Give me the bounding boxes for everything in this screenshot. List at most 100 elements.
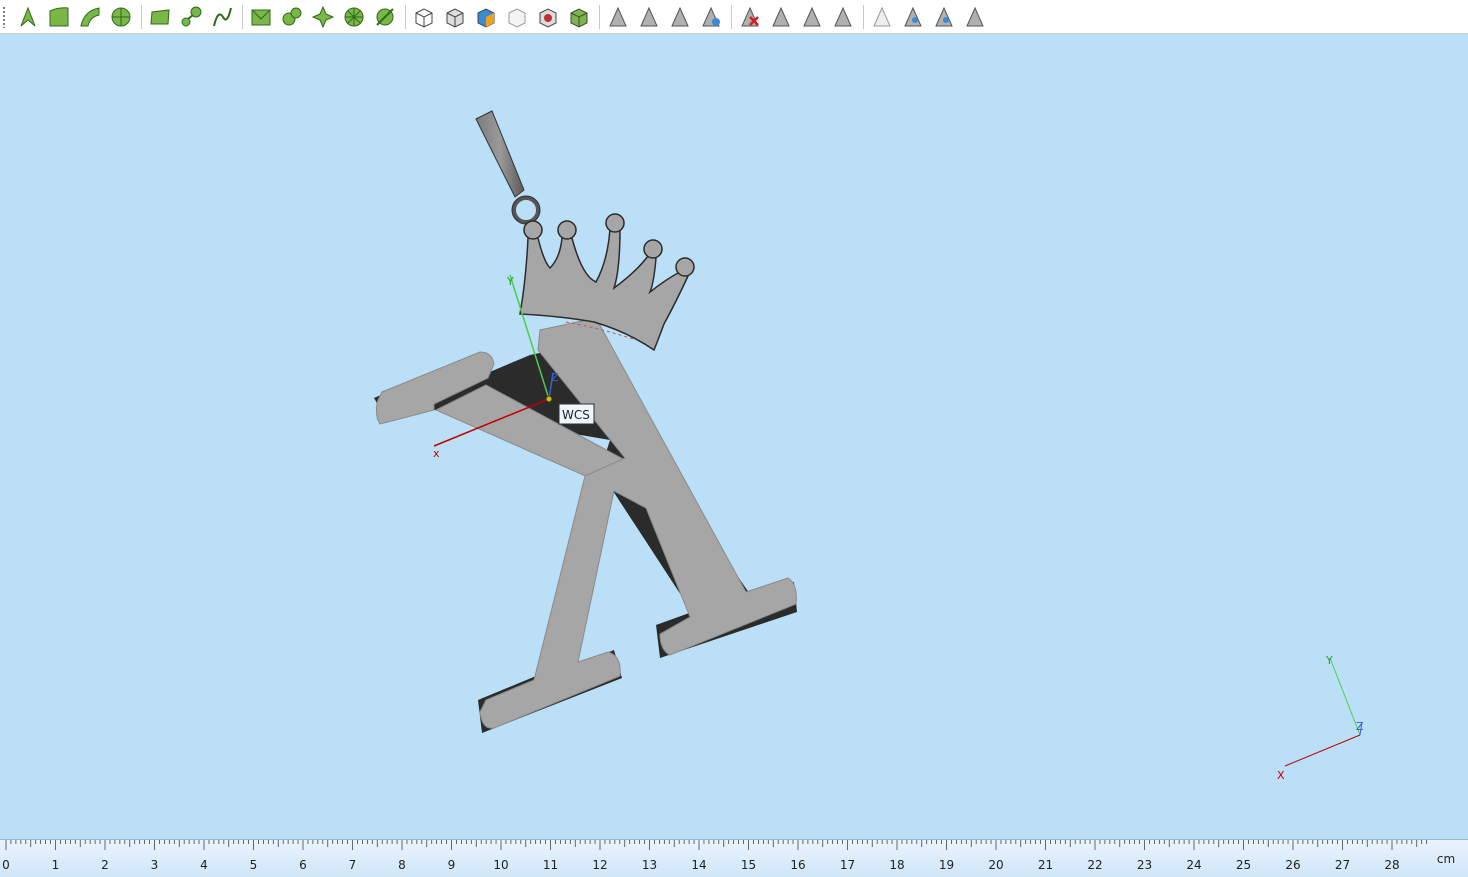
select-solid-icon bbox=[111, 7, 131, 26]
facet-copy-button[interactable] bbox=[798, 3, 826, 31]
toolbar-button-group bbox=[14, 3, 992, 31]
corner-x-axis bbox=[1284, 734, 1361, 767]
ruler-label: 5 bbox=[250, 858, 258, 872]
measurement-ruler: 0 1 2 3 4 5 6 7 8 9 10 11 12 13 14 15 16 17 18 19 20 21 22 23 24… bbox=[0, 839, 1468, 877]
wcs-label: WCS bbox=[562, 408, 590, 422]
ruler-label: 16 bbox=[790, 858, 805, 872]
facet-arrow-button[interactable] bbox=[604, 3, 632, 31]
delete-facet-button[interactable] bbox=[736, 3, 764, 31]
facet-split-icon bbox=[640, 6, 658, 26]
star-surface-icon bbox=[311, 5, 335, 28]
facet-arrow-icon bbox=[609, 6, 627, 26]
toolbar-separator bbox=[599, 4, 600, 29]
select-solid-button[interactable] bbox=[107, 3, 135, 31]
plane-surface-icon bbox=[150, 8, 170, 24]
box-shaded-button[interactable] bbox=[441, 3, 469, 31]
star-surface-button[interactable] bbox=[309, 3, 337, 31]
show-facet-icon bbox=[904, 6, 922, 26]
facet-box-button[interactable] bbox=[961, 3, 989, 31]
ruler-label: 12 bbox=[592, 858, 607, 872]
facet-blue-button[interactable] bbox=[697, 3, 725, 31]
facet-grid-button[interactable] bbox=[767, 3, 795, 31]
ruler-scale: 0 1 2 3 4 5 6 7 8 9 10 11 12 13 14 15 16 17 18 19 20 21 22 23 24… bbox=[2, 840, 1455, 872]
ruler-label: 13 bbox=[642, 858, 657, 872]
ruler-label: 24 bbox=[1186, 858, 1201, 872]
box-intersect-icon bbox=[539, 7, 557, 28]
radial-surface-icon bbox=[344, 7, 364, 26]
ruler-unit-label: cm bbox=[1437, 852, 1455, 866]
show-facet-button[interactable] bbox=[899, 3, 927, 31]
mesh-surface-button[interactable] bbox=[247, 3, 275, 31]
facet-copy-icon bbox=[803, 6, 821, 26]
ruler-label: 15 bbox=[741, 858, 756, 872]
ruler-label: 23 bbox=[1137, 858, 1152, 872]
box-solid-button[interactable] bbox=[410, 3, 438, 31]
select-curve-button[interactable] bbox=[76, 3, 104, 31]
delete-facet-icon bbox=[741, 6, 759, 26]
ruler-label: 18 bbox=[889, 858, 904, 872]
facet-slice-button[interactable] bbox=[829, 3, 857, 31]
facet-merge-button[interactable] bbox=[666, 3, 694, 31]
mesh-surface-icon bbox=[251, 9, 271, 25]
ruler-label: 28 bbox=[1384, 858, 1399, 872]
ruler-label: 6 bbox=[299, 858, 307, 872]
radial-surface-button[interactable] bbox=[340, 3, 368, 31]
plane-surface-button[interactable] bbox=[146, 3, 174, 31]
facet-split-button[interactable] bbox=[635, 3, 663, 31]
ruler-label: 26 bbox=[1285, 858, 1300, 872]
ruler-label: 27 bbox=[1335, 858, 1350, 872]
scene-canvas[interactable]: x Y Z WCS X Y Z bbox=[0, 34, 1468, 839]
ruler-label: 3 bbox=[151, 858, 159, 872]
facet-blue-icon bbox=[702, 6, 720, 26]
ruler-label: 14 bbox=[691, 858, 706, 872]
ruler-label: 1 bbox=[52, 858, 60, 872]
select-arrow-button[interactable] bbox=[14, 3, 42, 31]
ruler-label: 2 bbox=[101, 858, 109, 872]
letter-x[interactable] bbox=[375, 317, 797, 729]
cut-surface-button[interactable] bbox=[371, 3, 399, 31]
ruler-label: 7 bbox=[349, 858, 357, 872]
blend-surface-button[interactable] bbox=[278, 3, 306, 31]
3d-viewport[interactable]: x Y Z WCS X Y Z bbox=[0, 34, 1468, 839]
loft-surface-button[interactable] bbox=[177, 3, 205, 31]
box-green-icon bbox=[570, 7, 588, 28]
box-intersect-button[interactable] bbox=[534, 3, 562, 31]
sweep-surface-button[interactable] bbox=[208, 3, 236, 31]
ruler-label: 19 bbox=[939, 858, 954, 872]
select-surface-icon bbox=[49, 6, 69, 26]
ruler-label: 21 bbox=[1038, 858, 1053, 872]
toolbar-grip[interactable] bbox=[2, 5, 6, 28]
select-surface-button[interactable] bbox=[45, 3, 73, 31]
wcs-y-letter: Y bbox=[506, 275, 514, 288]
jump-ring-outline bbox=[511, 195, 541, 225]
box-solid-icon bbox=[415, 7, 433, 28]
hide-facet-button[interactable] bbox=[868, 3, 896, 31]
corner-z-letter: Z bbox=[1356, 720, 1364, 733]
pendant-jump-ring[interactable] bbox=[512, 196, 540, 224]
main-toolbar bbox=[0, 0, 1468, 34]
pendant-bail[interactable] bbox=[475, 110, 525, 198]
wcs-z-letter: Z bbox=[551, 371, 559, 384]
box-highlight-button[interactable] bbox=[472, 3, 500, 31]
select-curve-icon bbox=[80, 6, 100, 26]
box-green-button[interactable] bbox=[565, 3, 593, 31]
ruler-label: 11 bbox=[543, 858, 558, 872]
facet-grid-icon bbox=[772, 6, 790, 26]
isolate-facet-icon bbox=[935, 6, 953, 26]
cut-surface-icon bbox=[376, 7, 394, 26]
facet-merge-icon bbox=[671, 6, 689, 26]
toolbar-separator bbox=[141, 4, 142, 29]
loft-surface-icon bbox=[181, 6, 202, 26]
wcs-x-letter: x bbox=[433, 447, 440, 460]
ruler-label: 10 bbox=[493, 858, 508, 872]
box-wire-button[interactable] bbox=[503, 3, 531, 31]
box-shaded-icon bbox=[446, 7, 464, 28]
toolbar-separator bbox=[731, 4, 732, 29]
ruler-label: 25 bbox=[1236, 858, 1251, 872]
box-highlight-icon bbox=[477, 7, 495, 28]
ruler-label: 17 bbox=[840, 858, 855, 872]
select-arrow-icon bbox=[20, 6, 36, 26]
wcs-origin[interactable] bbox=[545, 395, 553, 403]
isolate-facet-button[interactable] bbox=[930, 3, 958, 31]
ruler-label: 8 bbox=[398, 858, 406, 872]
